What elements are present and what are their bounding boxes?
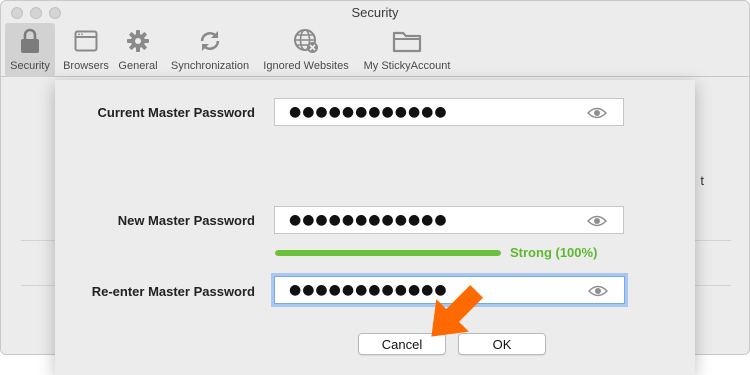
pointer-arrow-icon (431, 285, 483, 337)
tab-ignored-websites[interactable]: Ignored Websites (258, 23, 354, 77)
tab-my-stickyaccount-label: My StickyAccount (363, 60, 451, 72)
tab-ignored-websites-label: Ignored Websites (263, 60, 349, 72)
tab-general-label: General (118, 60, 158, 72)
sync-icon (198, 27, 222, 55)
password-strength-bar (275, 250, 501, 256)
divider (691, 240, 731, 241)
tab-general[interactable]: General (115, 23, 161, 77)
new-password-label: New Master Password (117, 213, 255, 228)
new-password-field[interactable]: ●●●●●●●●●●●● (274, 206, 624, 234)
preferences-toolbar: Security Browsers General Synchronizatio… (1, 23, 749, 77)
tab-synchronization-label: Synchronization (170, 60, 250, 72)
change-master-password-sheet: Current Master Password ●●●●●●●●●●●● New… (55, 80, 695, 375)
tab-my-stickyaccount[interactable]: My StickyAccount (357, 23, 457, 77)
password-strength-fill (275, 250, 501, 256)
reenter-password-label: Re-enter Master Password (91, 284, 255, 299)
divider (691, 285, 731, 286)
show-password-icon[interactable] (588, 284, 608, 298)
title-bar: Security (1, 1, 749, 25)
password-strength-label: Strong (100%) (510, 245, 598, 260)
browser-window-icon (74, 27, 98, 55)
globe-blocked-icon (293, 27, 319, 55)
gear-icon (126, 27, 150, 55)
folder-icon (392, 27, 422, 55)
partial-label: t (700, 173, 704, 188)
current-password-label: Current Master Password (97, 105, 256, 120)
show-password-icon[interactable] (587, 106, 607, 120)
new-password-value: ●●●●●●●●●●●● (289, 212, 448, 228)
show-password-icon[interactable] (587, 214, 607, 228)
tab-security-label: Security (10, 60, 50, 72)
tab-security[interactable]: Security (5, 23, 55, 77)
current-password-value: ●●●●●●●●●●●● (289, 104, 448, 120)
lock-icon (19, 27, 41, 55)
window-title: Security (351, 5, 399, 20)
tab-browsers-label: Browsers (63, 60, 109, 72)
current-password-field[interactable]: ●●●●●●●●●●●● (274, 98, 624, 126)
tab-synchronization[interactable]: Synchronization (165, 23, 255, 77)
tab-browsers[interactable]: Browsers (59, 23, 113, 77)
